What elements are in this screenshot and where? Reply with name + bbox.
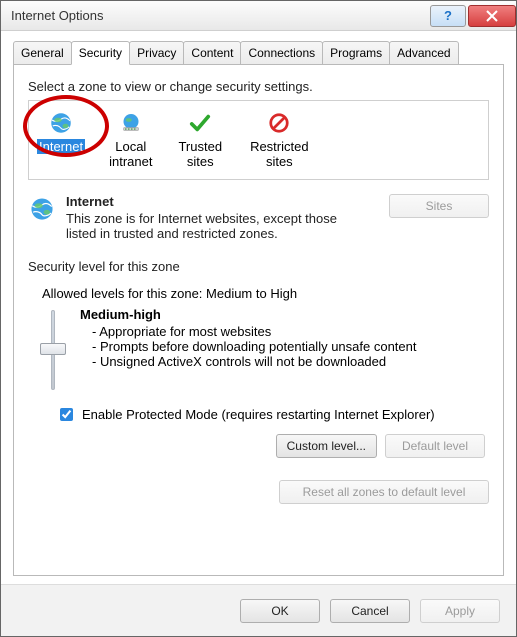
internet-options-dialog: Internet Options ? General Security Priv…	[0, 0, 517, 637]
close-icon	[486, 10, 498, 22]
tab-advanced[interactable]: Advanced	[389, 41, 458, 65]
level-description: Medium-high - Appropriate for most websi…	[80, 307, 485, 393]
apply-button[interactable]: Apply	[420, 599, 500, 623]
titlebar: Internet Options ?	[1, 1, 516, 31]
zone-restricted-sub: sites	[248, 154, 311, 169]
dialog-body: General Security Privacy Content Connect…	[1, 31, 516, 584]
default-level-button[interactable]: Default level	[385, 434, 485, 458]
check-icon	[176, 109, 224, 137]
custom-level-button[interactable]: Custom level...	[276, 434, 377, 458]
tab-security[interactable]: Security	[71, 41, 130, 65]
level-bullet-3: - Unsigned ActiveX controls will not be …	[92, 354, 485, 369]
help-button[interactable]: ?	[430, 5, 466, 27]
slider-thumb[interactable]	[40, 343, 66, 355]
globe-icon	[37, 109, 85, 137]
sites-button[interactable]: Sites	[389, 194, 489, 218]
tab-privacy[interactable]: Privacy	[129, 41, 184, 65]
level-bullet-1: - Appropriate for most websites	[92, 324, 485, 339]
zone-internet-label: Internet	[37, 139, 85, 154]
protected-mode-label: Enable Protected Mode (requires restarti…	[82, 407, 435, 422]
tab-content[interactable]: Content	[183, 41, 241, 65]
tab-programs[interactable]: Programs	[322, 41, 390, 65]
zone-local-sub: intranet	[109, 154, 152, 169]
zone-desc-body: This zone is for Internet websites, exce…	[66, 211, 337, 241]
zone-prompt: Select a zone to view or change security…	[28, 79, 489, 94]
close-button[interactable]	[468, 5, 516, 27]
allowed-levels-text: Allowed levels for this zone: Medium to …	[42, 286, 485, 301]
tab-connections[interactable]: Connections	[240, 41, 323, 65]
zone-trusted-label: Trusted	[176, 139, 224, 154]
security-level-slider[interactable]	[38, 307, 68, 393]
zone-trusted-sub: sites	[176, 154, 224, 169]
security-level-label: Security level for this zone	[28, 259, 489, 274]
level-name: Medium-high	[80, 307, 485, 322]
tab-strip: General Security Privacy Content Connect…	[13, 41, 504, 65]
security-level-group: Allowed levels for this zone: Medium to …	[28, 280, 489, 466]
ok-button[interactable]: OK	[240, 599, 320, 623]
security-tab-page: Select a zone to view or change security…	[13, 64, 504, 576]
globe-icon	[28, 194, 56, 241]
dialog-footer: OK Cancel Apply	[1, 584, 516, 636]
zone-description-row: Internet This zone is for Internet websi…	[28, 194, 489, 241]
zone-trusted-sites[interactable]: Trusted sites	[176, 109, 224, 169]
zone-description: Internet This zone is for Internet websi…	[66, 194, 359, 241]
cancel-button[interactable]: Cancel	[330, 599, 410, 623]
tab-general[interactable]: General	[13, 41, 72, 65]
protected-mode-row[interactable]: Enable Protected Mode (requires restarti…	[56, 405, 485, 424]
zone-local-intranet[interactable]: Local intranet	[109, 109, 152, 169]
reset-all-zones-button[interactable]: Reset all zones to default level	[279, 480, 489, 504]
zone-list: Internet Local intranet Trusted sites	[28, 100, 489, 180]
zone-restricted-label: Restricted	[248, 139, 311, 154]
window-title: Internet Options	[11, 8, 428, 23]
level-bullet-2: - Prompts before downloading potentially…	[92, 339, 485, 354]
protected-mode-checkbox[interactable]	[60, 408, 73, 421]
zone-desc-title: Internet	[66, 194, 359, 209]
zone-local-label: Local	[113, 139, 148, 154]
zone-internet[interactable]: Internet	[37, 109, 85, 169]
intranet-icon	[109, 109, 152, 137]
restricted-icon	[248, 109, 311, 137]
zone-restricted-sites[interactable]: Restricted sites	[248, 109, 311, 169]
